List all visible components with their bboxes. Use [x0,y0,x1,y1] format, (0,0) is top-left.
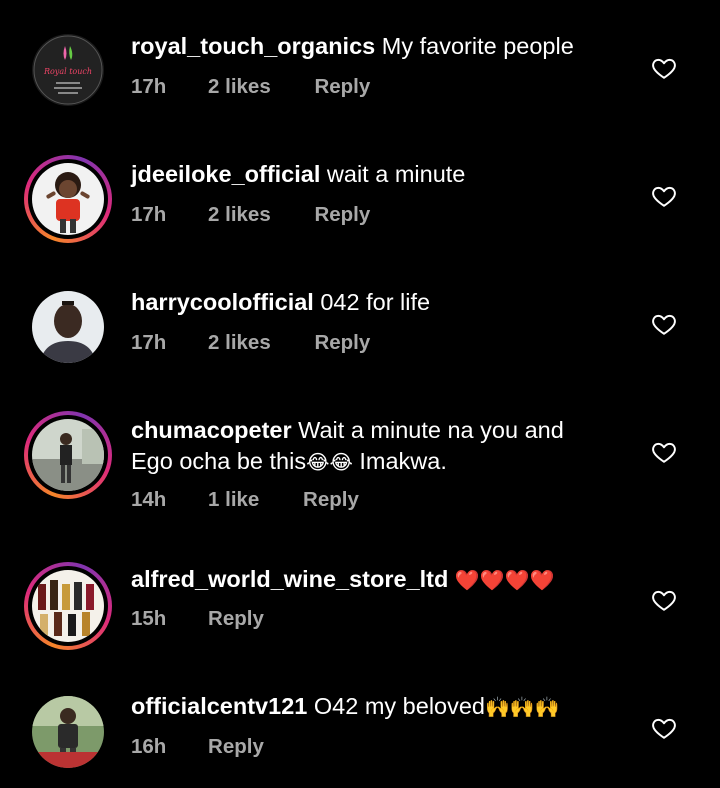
comment-meta: 17h 2 likes Reply [131,203,406,227]
comment-text: harrycoolofficial 042 for life [131,287,601,318]
likes-count[interactable]: 1 like [208,488,259,511]
comment-meta: 17h 2 likes Reply [131,75,406,99]
comment-text: alfred_world_wine_store_ltd ❤️❤️❤️❤️ [131,564,601,596]
username[interactable]: chumacopeter [131,417,292,443]
like-button[interactable] [651,183,677,209]
comment-meta: 17h 2 likes Reply [131,331,406,355]
comment-body: 042 for life [320,289,431,315]
likes-count[interactable]: 2 likes [208,331,271,354]
reply-button[interactable]: Reply [314,203,370,226]
like-button[interactable] [651,311,677,337]
comment-body: wait a minute [326,161,466,187]
timestamp: 14h [131,488,167,511]
heart-outline-icon [652,442,676,463]
timestamp: 17h [131,203,167,226]
timestamp: 17h [131,331,167,354]
avatar[interactable]: Royal touch [24,26,112,114]
heart-outline-icon [652,590,676,611]
reply-button[interactable]: Reply [314,75,370,98]
heart-outline-icon [652,186,676,207]
username[interactable]: harrycoolofficial [131,289,314,315]
comment-meta: 15h Reply [131,607,300,631]
heart-outline-icon [652,58,676,79]
likes-count[interactable]: 2 likes [208,75,271,98]
like-button[interactable] [651,715,677,741]
raised-hands-emoji: 🙌🙌🙌 [485,695,560,719]
like-button[interactable] [651,439,677,465]
username[interactable]: alfred_world_wine_store_ltd [131,566,448,592]
comment-text: chumacopeter Wait a minute na you and Eg… [131,415,601,478]
comment-meta: 14h 1 like Reply [131,488,395,512]
comment-body-line2-end: Imakwa. [352,448,447,474]
username[interactable]: jdeeiloke_official [131,161,320,187]
avatar[interactable] [24,562,112,650]
heart-outline-icon [652,718,676,739]
username[interactable]: officialcentv121 [131,693,307,719]
username[interactable]: royal_touch_organics [131,33,375,59]
timestamp: 17h [131,75,167,98]
reply-button[interactable]: Reply [314,331,370,354]
avatar[interactable] [24,155,112,243]
comment-text: officialcentv121 O42 my beloved🙌🙌🙌 [131,691,601,723]
comment-body: My favorite people [381,33,574,59]
timestamp: 16h [131,735,167,758]
timestamp: 15h [131,607,167,630]
laughing-emoji: 😂😂 [306,450,353,474]
comment-meta: 16h Reply [131,735,300,759]
reply-button[interactable]: Reply [208,607,264,630]
reply-button[interactable]: Reply [208,735,264,758]
avatar[interactable] [24,283,112,371]
comment-body-line2: Ego ocha be this [131,448,307,474]
reply-button[interactable]: Reply [303,488,359,511]
hearts-emoji: ❤️❤️❤️❤️ [454,568,555,592]
svg-text:Royal touch: Royal touch [43,67,92,76]
avatar[interactable] [24,688,112,776]
likes-count[interactable]: 2 likes [208,203,271,226]
comment-text: jdeeiloke_official wait a minute [131,159,601,190]
heart-outline-icon [652,314,676,335]
comment-body: O42 my beloved [313,693,485,719]
like-button[interactable] [651,587,677,613]
comment-body: Wait a minute na you and [298,417,564,443]
comment-text: royal_touch_organics My favorite people [131,31,601,62]
like-button[interactable] [651,55,677,81]
avatar[interactable] [24,411,112,499]
